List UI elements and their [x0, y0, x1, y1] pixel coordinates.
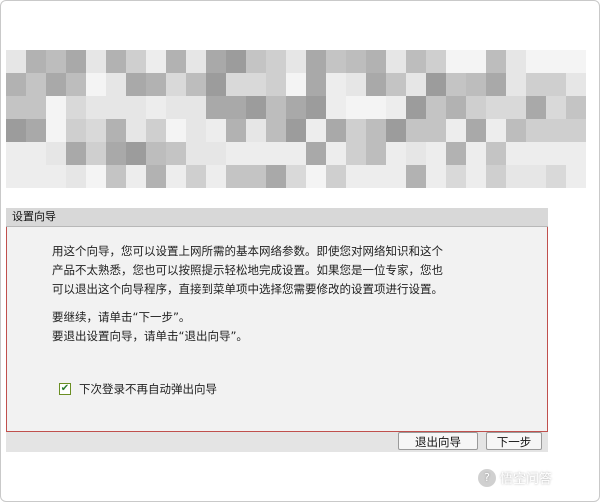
exit-instruction: 要退出设置向导，请单击“退出向导”。	[52, 329, 248, 343]
checkmark-icon: ✔	[60, 383, 70, 394]
next-step-button[interactable]: 下一步	[486, 432, 542, 450]
wizard-text: 用这个向导，您可以设置上网所需的基本网络参数。即使您对网络知识和这个 产品不太熟…	[52, 242, 522, 346]
setup-wizard-panel: 设置向导 用这个向导，您可以设置上网所需的基本网络参数。即使您对网络知识和这个 …	[6, 208, 548, 452]
watermark-text: 悟空问答	[500, 472, 553, 487]
watermark: ? 悟空问答	[478, 468, 552, 487]
auto-popup-option[interactable]: ✔ 下次登录不再自动弹出向导	[59, 381, 217, 397]
checkbox-label: 下次登录不再自动弹出向导	[79, 382, 217, 396]
intro-line: 可以退出这个向导程序，直接到菜单项中选择您需要修改的设置项进行设置。	[52, 282, 443, 296]
intro-line: 用这个向导，您可以设置上网所需的基本网络参数。即使您对网络知识和这个	[52, 244, 443, 258]
intro-line: 产品不太熟悉，您也可以按照提示轻松地完成设置。如果您是一位专家，您也	[52, 263, 443, 277]
wizard-body: 用这个向导，您可以设置上网所需的基本网络参数。即使您对网络知识和这个 产品不太熟…	[6, 227, 548, 432]
exit-wizard-button[interactable]: 退出向导	[398, 432, 478, 450]
continue-instruction: 要继续，请单击“下一步”。	[52, 310, 191, 324]
button-bar: 退出向导 下一步	[6, 432, 548, 452]
pixelated-header-image	[6, 50, 586, 188]
dont-show-again-checkbox[interactable]: ✔	[59, 383, 71, 395]
wizard-title: 设置向导	[6, 208, 548, 227]
question-bubble-icon: ?	[478, 468, 496, 487]
